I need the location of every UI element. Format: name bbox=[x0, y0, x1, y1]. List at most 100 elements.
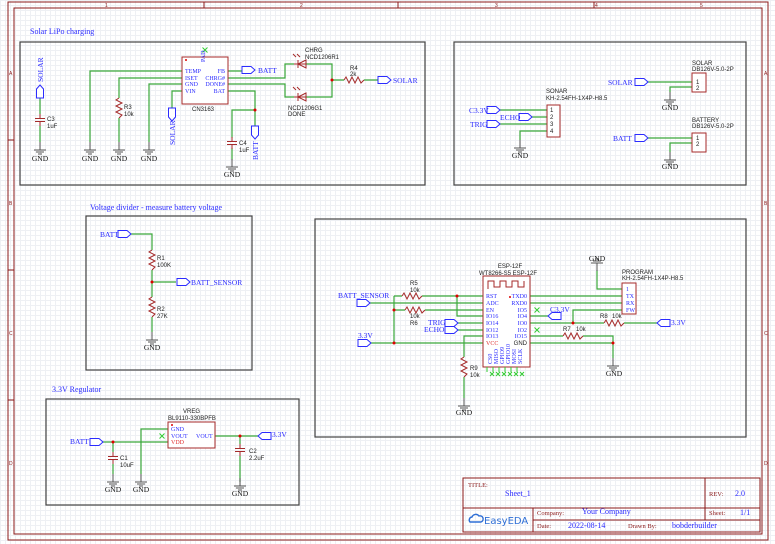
net-flag-batt-sensor[interactable] bbox=[176, 278, 191, 286]
net-label: BATT_SENSOR bbox=[191, 278, 242, 287]
rev-label: REV: bbox=[709, 491, 724, 498]
net-flag-trig[interactable] bbox=[444, 319, 459, 327]
component-value: 2.2uF bbox=[249, 456, 265, 462]
pin-label: IO4 bbox=[518, 314, 527, 320]
component-part: DB126V-5.0-2P bbox=[692, 67, 734, 73]
net-flag-3v3[interactable] bbox=[257, 432, 272, 440]
sonar-connector[interactable] bbox=[546, 104, 561, 138]
net-flag-3v3[interactable] bbox=[357, 339, 372, 347]
resistor-r1[interactable] bbox=[148, 249, 156, 271]
gnd-label: GND bbox=[32, 154, 49, 163]
net-flag-solar[interactable] bbox=[377, 76, 392, 84]
column-marker: 2 bbox=[300, 3, 303, 9]
pin-label: ADC bbox=[486, 301, 499, 307]
net-label: TRIG bbox=[470, 120, 488, 129]
component-value: 10k bbox=[470, 373, 481, 379]
component-value: 10k bbox=[124, 112, 135, 118]
resistor-r2[interactable] bbox=[148, 296, 156, 318]
net-flag-echo[interactable] bbox=[444, 326, 459, 334]
component-ref: R5 bbox=[410, 281, 418, 287]
column-marker: 1 bbox=[105, 3, 108, 9]
resistor-r6[interactable] bbox=[404, 306, 426, 314]
net-flag-trig[interactable] bbox=[486, 120, 501, 128]
company-label: Company: bbox=[537, 510, 564, 517]
component-part: BL9110-330BPFB bbox=[168, 416, 216, 422]
net-label: SOLAR bbox=[168, 120, 177, 145]
pin-label: RX bbox=[626, 301, 635, 307]
pin-label: TXD0 bbox=[512, 294, 527, 300]
resistor-r8[interactable] bbox=[603, 319, 625, 327]
resistor-r3[interactable] bbox=[115, 97, 123, 119]
pin-label: GND bbox=[171, 427, 185, 433]
row-marker: D bbox=[9, 461, 13, 467]
row-marker: A bbox=[764, 71, 768, 77]
component-ref: C1 bbox=[120, 456, 128, 462]
net-label: ECHO bbox=[500, 113, 521, 122]
section-title: 3.3V Regulator bbox=[52, 385, 102, 394]
esp-section: ESP-12F WT8266-S5 ESP-12F RSTADCENIO16IO… bbox=[314, 218, 747, 438]
pin-label: RXD0 bbox=[511, 301, 527, 307]
gnd-label: GND bbox=[133, 485, 150, 494]
row-marker: C bbox=[764, 331, 768, 337]
capacitor-c1[interactable] bbox=[107, 451, 119, 465]
pin-label: IO13 bbox=[486, 334, 498, 340]
led-done[interactable] bbox=[292, 86, 307, 102]
net-flag-solar[interactable] bbox=[168, 107, 176, 122]
gnd-label: GND bbox=[662, 162, 679, 171]
resistor-r9[interactable] bbox=[460, 356, 468, 378]
capacitor-c4[interactable] bbox=[226, 136, 238, 150]
component-ref: SONAR bbox=[546, 89, 568, 95]
column-marker: 5 bbox=[700, 3, 703, 9]
net-flag-solar[interactable] bbox=[36, 84, 44, 99]
component-value: 10k bbox=[576, 327, 587, 333]
component-ref: C2 bbox=[249, 449, 257, 455]
net-label: C3.3V bbox=[550, 305, 570, 314]
component-ref: R1 bbox=[157, 256, 165, 262]
component-part: NCD1206R1 bbox=[305, 55, 340, 61]
net-label: 3.3V bbox=[358, 331, 373, 340]
net-label: BATT bbox=[70, 437, 89, 446]
net-flag-batt[interactable] bbox=[89, 438, 104, 446]
component-value: 1uF bbox=[239, 148, 250, 154]
resistor-r7[interactable] bbox=[562, 332, 584, 340]
component-part: DB126V-5.0-2P bbox=[692, 124, 734, 130]
column-marker: 3 bbox=[495, 3, 498, 9]
pin-label: IO16 bbox=[486, 314, 498, 320]
regulator-section: 3.3V Regulator VREG BL9110-330BPFB GND V… bbox=[45, 385, 300, 506]
pin-label: GND bbox=[514, 341, 528, 347]
no-connect-marker bbox=[516, 367, 525, 377]
gnd-label: GND bbox=[589, 254, 606, 263]
capacitor-c2[interactable] bbox=[234, 443, 246, 457]
net-label: SOLAR bbox=[608, 78, 633, 87]
pin-label: PAD bbox=[201, 50, 207, 62]
logo-text: EasyEDA bbox=[484, 516, 528, 527]
component-ref: R9 bbox=[470, 366, 478, 372]
gnd-label: GND bbox=[144, 343, 161, 352]
net-flag-3v3[interactable] bbox=[656, 319, 671, 327]
component-value: 100K bbox=[157, 263, 171, 269]
net-flag-echo[interactable] bbox=[518, 113, 533, 121]
title-label: TITLE: bbox=[468, 482, 488, 489]
easyeda-logo: EasyEDA bbox=[468, 513, 528, 527]
net-flag-solar[interactable] bbox=[634, 78, 649, 86]
net-flag-batt[interactable] bbox=[251, 125, 259, 140]
component-ref: R8 bbox=[600, 314, 608, 320]
net-label: 3.3V bbox=[272, 430, 287, 439]
net-flag-batt[interactable] bbox=[241, 66, 256, 74]
capacitor-c3[interactable] bbox=[34, 113, 46, 127]
component-ref: R6 bbox=[410, 321, 418, 327]
component-value: 10k bbox=[410, 288, 421, 294]
net-flag-batt[interactable] bbox=[117, 230, 132, 238]
schematic-canvas: 1 2 3 4 5 A B C D A B C D Solar LiPo cha… bbox=[0, 0, 775, 544]
component-part: WT8266-S5 ESP-12F bbox=[479, 271, 537, 277]
net-flag-c33[interactable] bbox=[486, 106, 501, 114]
net-label: ECHO bbox=[424, 325, 445, 334]
pin-label: FW bbox=[626, 308, 635, 314]
component-value: 10k bbox=[410, 314, 421, 320]
drawn-by-label: Drawn By: bbox=[628, 523, 657, 530]
gnd-label: GND bbox=[224, 170, 241, 179]
net-flag-batt[interactable] bbox=[634, 134, 649, 142]
net-flag-batt-sensor[interactable] bbox=[356, 299, 371, 307]
title-block: TITLE: Sheet_1 REV: 2.0 EasyEDA Company:… bbox=[462, 477, 761, 533]
pin-label: VOUT bbox=[196, 434, 213, 440]
